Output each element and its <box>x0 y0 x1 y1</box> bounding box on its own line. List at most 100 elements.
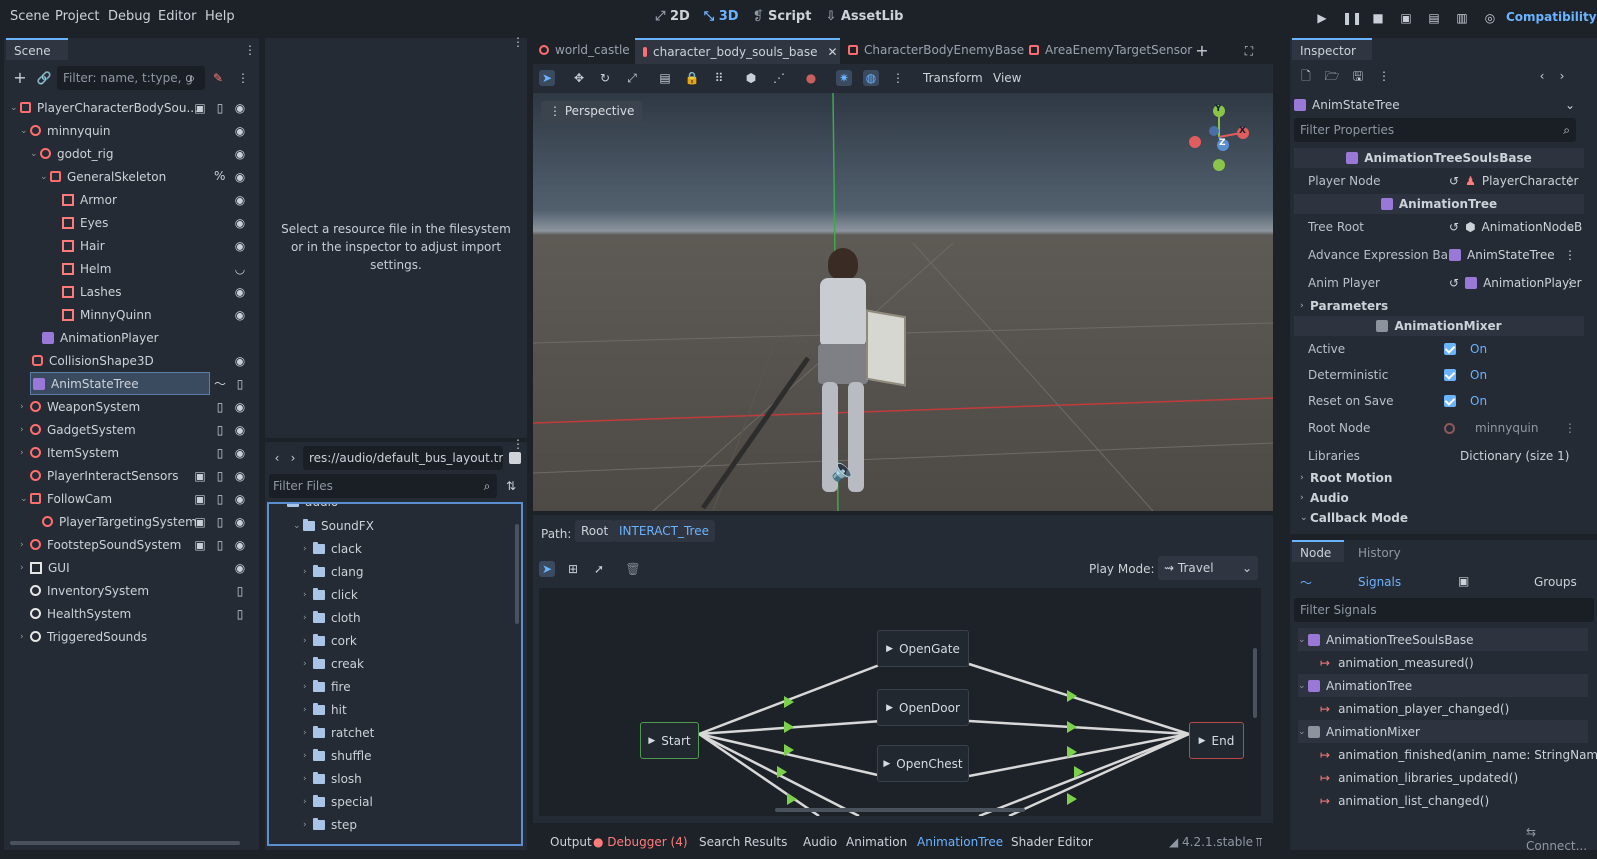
state-node-end[interactable]: ▶ End <box>1189 722 1244 759</box>
signal-row[interactable]: ↦ animation_libraries_updated() <box>1320 766 1518 789</box>
prop-menu-icon[interactable]: ⋮ <box>1564 248 1576 262</box>
tree-node[interactable]: MinnyQuinn <box>62 303 152 326</box>
state-node-open-door[interactable]: ▶ OpenDoor <box>877 689 969 726</box>
preview-sun-icon[interactable]: ● <box>803 70 819 86</box>
visibility-icon[interactable]: ◉ <box>232 307 248 323</box>
scale-tool-icon[interactable]: ⤢ <box>624 70 640 86</box>
group-parameters[interactable]: › Parameters <box>1300 296 1388 316</box>
delete-icon[interactable]: 🗑 <box>625 561 641 577</box>
scene-icon[interactable]: ▣ <box>192 100 208 116</box>
folder-item[interactable]: › clang <box>303 560 364 583</box>
visibility-icon[interactable]: ◉ <box>232 399 248 415</box>
group-root-motion[interactable]: › Root Motion <box>1300 468 1392 488</box>
prop-player-node[interactable]: Player Node ↺ ♟ PlayerCharacter ⋮ <box>1294 168 1584 194</box>
signals-icon[interactable]: 〜 <box>212 376 228 392</box>
forward-icon[interactable]: › <box>285 450 301 466</box>
tree-node[interactable]: HealthSystem <box>30 602 131 625</box>
sun-icon[interactable]: ✷ <box>836 70 852 86</box>
tree-node[interactable]: Hair <box>62 234 105 257</box>
script-icon[interactable]: ▯ <box>212 399 228 415</box>
tab-character-body-enemy-base[interactable]: CharacterBodyEnemyBase <box>848 43 1024 57</box>
create-node-icon[interactable]: ⊞ <box>565 561 581 577</box>
scene-filter-input[interactable]: Filter: name, t:type, g <box>57 66 205 90</box>
folder-item[interactable]: › creak <box>303 652 364 675</box>
path-current-button[interactable]: INTERACT_Tree <box>613 520 715 542</box>
add-tab-icon[interactable]: + <box>1194 43 1210 59</box>
signal-class-row[interactable]: ⌄ AnimationMixer <box>1298 720 1588 743</box>
play-scene-icon[interactable]: ▤ <box>1426 10 1442 26</box>
attach-script-icon[interactable]: ✎ <box>210 70 226 86</box>
folder-item[interactable]: › hit <box>303 698 347 721</box>
state-node-start[interactable]: ▶ Start <box>640 722 699 759</box>
folder-item[interactable]: › step <box>303 813 357 836</box>
select-tool-icon[interactable]: ➤ <box>539 561 555 577</box>
move-tool-icon[interactable]: ✥ <box>571 70 587 86</box>
signal-row[interactable]: ↦ animation_player_changed() <box>1320 697 1509 720</box>
tab-history[interactable]: History <box>1358 546 1401 560</box>
new-resource-icon[interactable]: 🗋 <box>1298 68 1314 84</box>
object-selector[interactable]: AnimStateTree ⌄ <box>1294 94 1579 116</box>
tab-audio[interactable]: Audio <box>803 835 837 849</box>
script-icon[interactable]: ▯ <box>212 514 228 530</box>
viewport-menu-icon[interactable]: ⋮ <box>890 70 906 86</box>
play-mode-select[interactable]: ⇝ Travel ⌄ <box>1158 556 1258 580</box>
tab-output[interactable]: Output <box>550 835 592 849</box>
tree-node[interactable]: ⌄ GeneralSkeleton <box>40 165 166 188</box>
tree-node[interactable]: ⌄ FollowCam <box>20 487 112 510</box>
folder-item[interactable]: ⌄audio <box>277 504 338 513</box>
menu-debug[interactable]: Debug <box>108 9 151 24</box>
filter-properties-input[interactable]: Filter Properties ⌕ <box>1294 118 1576 142</box>
tree-node[interactable]: › TriggeredSounds <box>20 625 147 648</box>
history-forward-icon[interactable]: › <box>1554 68 1570 84</box>
visibility-icon[interactable]: ◉ <box>232 422 248 438</box>
3d-viewport[interactable]: 🔈 ⋮ Perspective Y Z X <box>533 93 1273 511</box>
tree-node[interactable]: › WeaponSystem <box>20 395 140 418</box>
save-resource-icon[interactable]: 🖫 <box>1350 68 1366 84</box>
open-resource-icon[interactable]: 🗁 <box>1324 68 1340 84</box>
visibility-icon[interactable]: ◉ <box>232 491 248 507</box>
tab-node[interactable]: Node <box>1292 540 1344 562</box>
movie-maker-icon[interactable]: ◎ <box>1482 10 1498 26</box>
prop-active[interactable]: Active On <box>1294 336 1584 362</box>
dock-menu-icon[interactable]: ⋮ <box>510 436 526 452</box>
transform-menu[interactable]: Transform <box>923 71 983 85</box>
checkbox[interactable] <box>1444 369 1456 381</box>
prop-menu-icon[interactable]: ⋮ <box>1564 421 1576 435</box>
signal-row[interactable]: ↦ animation_measured() <box>1320 651 1474 674</box>
list-tool-icon[interactable]: ▤ <box>657 70 673 86</box>
folder-item[interactable]: › special <box>303 790 373 813</box>
tab-search-results[interactable]: Search Results <box>699 835 787 849</box>
local-space-icon[interactable]: ⬢ <box>743 70 759 86</box>
visibility-icon[interactable]: ◉ <box>232 445 248 461</box>
tab-shader-editor[interactable]: Shader Editor <box>1011 835 1093 849</box>
tree-node-selected[interactable]: AnimStateTree <box>30 372 210 395</box>
visibility-icon[interactable]: ◉ <box>232 468 248 484</box>
tree-node[interactable]: PlayerTargetingSystem <box>42 510 197 533</box>
path-field[interactable]: res://audio/default_bus_layout.tre <box>303 446 503 470</box>
play-icon[interactable]: ▶ <box>1314 10 1330 26</box>
group-callback-mode[interactable]: ⌄ Callback Mode <box>1300 508 1408 528</box>
script-icon[interactable]: ▯ <box>232 583 248 599</box>
perspective-button[interactable]: ⋮ Perspective <box>541 101 643 123</box>
tree-node[interactable]: Eyes <box>62 211 108 234</box>
menu-scene[interactable]: Scene <box>10 9 50 24</box>
script-icon[interactable]: ▯ <box>212 491 228 507</box>
sort-icon[interactable]: ⇅ <box>503 478 519 494</box>
folder-item[interactable]: › cork <box>303 629 357 652</box>
distraction-free-icon[interactable]: ⛶ <box>1241 43 1257 59</box>
instance-scene-icon[interactable]: 🔗 <box>36 70 52 86</box>
pause-icon[interactable]: ❚❚ <box>1342 10 1362 26</box>
tab-inspector[interactable]: Inspector <box>1292 38 1372 60</box>
visibility-icon[interactable]: ◉ <box>232 215 248 231</box>
inspector-menu-icon[interactable]: ⋮ <box>1376 68 1392 84</box>
visibility-icon[interactable]: ◉ <box>232 238 248 254</box>
menu-editor[interactable]: Editor <box>158 9 196 24</box>
history-back-icon[interactable]: ‹ <box>1534 68 1550 84</box>
prop-anim-player[interactable]: Anim Player ↺ AnimationPlayer ⋮ <box>1294 270 1584 296</box>
script-icon[interactable]: ▯ <box>232 606 248 622</box>
dock-menu-icon[interactable]: ⋮ <box>510 34 526 50</box>
mode-2d-button[interactable]: ⤢ 2D <box>655 9 690 24</box>
visibility-icon[interactable]: ◉ <box>232 192 248 208</box>
visibility-icon[interactable]: ◉ <box>232 537 248 553</box>
visibility-icon[interactable]: ◉ <box>232 123 248 139</box>
